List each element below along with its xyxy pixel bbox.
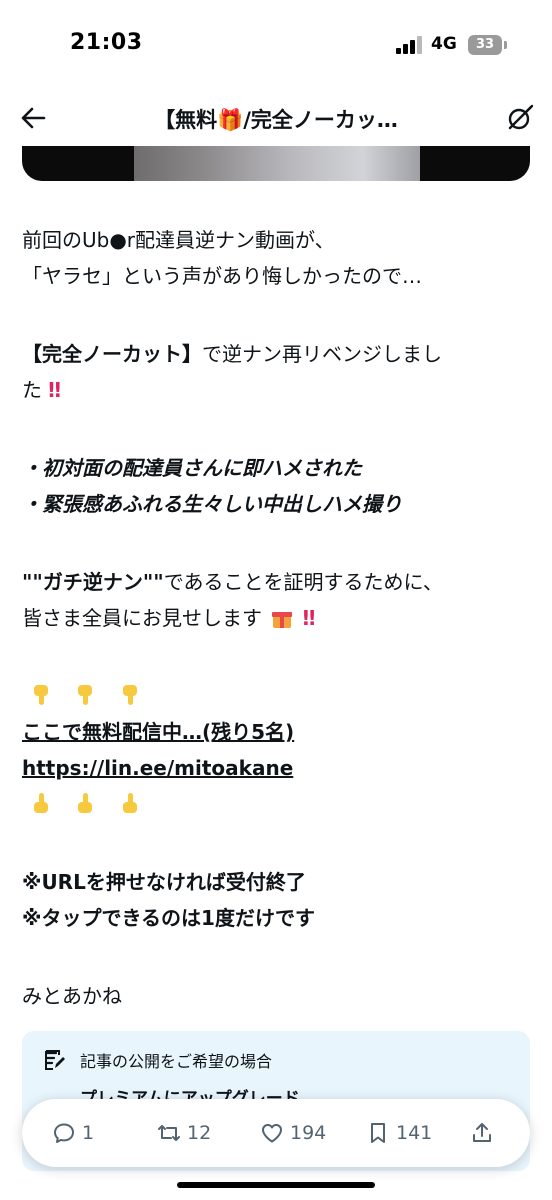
action-bar: 1 12 194 141 xyxy=(22,1099,530,1167)
bookmark-count: 141 xyxy=(396,1122,433,1144)
like-icon xyxy=(262,1124,282,1143)
bold-text: ""ガチ逆ナン"" xyxy=(22,570,164,594)
like-count: 194 xyxy=(290,1122,327,1144)
cta-link[interactable]: ここで無料配信中…(残り5名) xyxy=(22,720,294,744)
status-time: 21:03 xyxy=(70,30,143,55)
reply-count: 1 xyxy=(82,1122,95,1144)
pointing-up-icon xyxy=(122,793,137,813)
home-indicator xyxy=(177,1182,375,1188)
double-exclamation-icon: ‼ xyxy=(48,378,61,402)
url-link[interactable]: https://lin.ee/mitoakane xyxy=(22,756,293,780)
page-title: 【無料🎁/完全ノーカッ… xyxy=(154,108,398,132)
gift-icon xyxy=(272,608,293,628)
media-photo xyxy=(134,146,420,181)
paragraph-line: 前回のUb●r配達員逆ナン動画が、 xyxy=(22,228,335,252)
pointing-up-icon xyxy=(78,793,93,813)
nav-bar: 【無料🎁/完全ノーカッ… xyxy=(0,90,552,146)
grok-button[interactable] xyxy=(502,100,538,136)
pointing-down-icon xyxy=(122,685,137,705)
grok-icon xyxy=(508,104,534,130)
notice-line: ※URLを押せなければ受付終了 xyxy=(22,870,306,894)
repost-icon xyxy=(158,1125,180,1141)
network-type: 4G xyxy=(431,34,457,54)
article-body: 前回のUb●r配達員逆ナン動画が、 「ヤラセ」という声があり悔しかったので… 【… xyxy=(22,222,532,1014)
text-span: で逆ナン再リベンジしまし xyxy=(202,342,442,366)
repost-count: 12 xyxy=(187,1122,212,1144)
paragraph-line: た ‼ xyxy=(22,372,532,408)
bullet-item: ・緊張感あふれる生々しい中出しハメ撮り xyxy=(22,492,402,516)
double-exclamation-icon: ‼ xyxy=(302,606,316,630)
pointing-down-icon xyxy=(78,685,93,705)
author-name: みとあかね xyxy=(22,984,122,1008)
battery-tip xyxy=(504,41,507,49)
text-span: 皆さま全員にお見せします xyxy=(22,606,262,630)
bold-text: 【完全ノーカット】 xyxy=(22,342,202,366)
text-span: た xyxy=(22,378,42,402)
back-button[interactable] xyxy=(16,100,52,136)
paragraph-line: 【完全ノーカット】で逆ナン再リベンジしまし xyxy=(22,336,532,372)
bookmark-button[interactable]: 141 xyxy=(366,1099,432,1167)
reply-button[interactable]: 1 xyxy=(52,1099,94,1167)
pointing-down-icon xyxy=(34,685,48,705)
bullet-item: ・初対面の配達員さんに即ハメされた xyxy=(22,456,362,480)
bookmark-icon xyxy=(371,1123,385,1143)
signal-icon xyxy=(396,36,424,54)
share-icon xyxy=(473,1123,491,1142)
compose-icon xyxy=(45,1050,65,1070)
notice-line: ※タップできるのは1度だけです xyxy=(22,906,315,930)
repost-button[interactable]: 12 xyxy=(157,1099,211,1167)
share-button[interactable] xyxy=(470,1099,500,1167)
paragraph-line: ""ガチ逆ナン""であることを証明するために、 xyxy=(22,564,532,600)
text-span: であることを証明するために、 xyxy=(163,570,443,594)
paragraph-line: 「ヤラセ」という声があり悔しかったので… xyxy=(22,264,422,288)
pointing-up-row xyxy=(22,786,532,822)
upgrade-heading: 記事の公開をご希望の場合 xyxy=(80,1052,273,1071)
status-bar: 21:03 4G 33 xyxy=(0,0,552,90)
pointing-up-icon xyxy=(34,793,48,813)
back-arrow-icon xyxy=(21,107,46,129)
like-button[interactable]: 194 xyxy=(260,1099,326,1167)
pointing-down-row xyxy=(22,678,532,714)
media-card[interactable] xyxy=(22,146,530,181)
battery-icon: 33 xyxy=(468,35,502,55)
paragraph-line: 皆さま全員にお見せします ‼ xyxy=(22,600,532,636)
reply-icon xyxy=(54,1123,74,1143)
